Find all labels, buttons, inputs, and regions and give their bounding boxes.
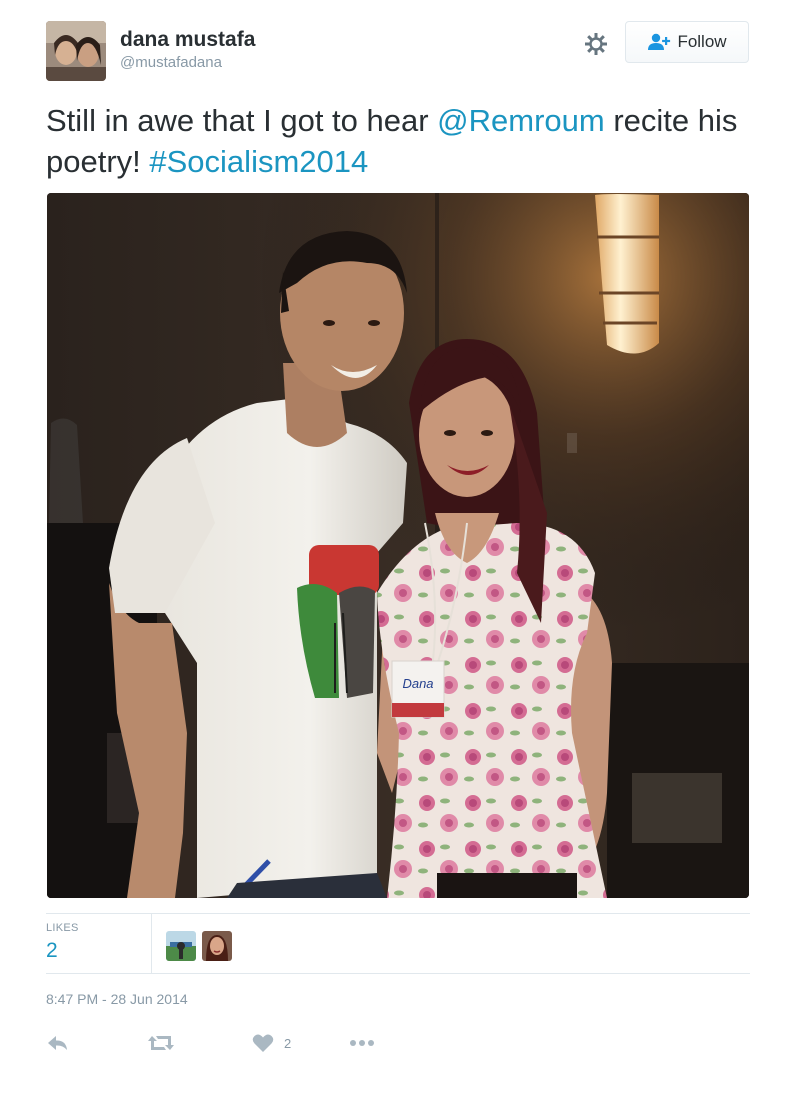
likes-count[interactable]: 2: [46, 939, 58, 963]
tweet-card: dana mustafa @mustafadana Follow Still i…: [0, 0, 800, 1095]
tweet-timestamp[interactable]: 8:47 PM - 28 Jun 2014: [46, 991, 188, 1007]
add-user-icon: [648, 33, 671, 50]
more-icon: [350, 1040, 374, 1046]
liker-avatar-image: [166, 931, 196, 961]
tweet-text-part: Still in awe that I got to hear: [46, 103, 438, 138]
mention-link[interactable]: @Remroum: [437, 103, 605, 138]
like-button[interactable]: 2: [252, 1031, 291, 1055]
hashtag-link[interactable]: #Socialism2014: [149, 144, 368, 179]
stats-bottom-divider: [46, 973, 750, 974]
likes-label: LIKES: [46, 922, 79, 934]
liker-avatar[interactable]: [166, 931, 196, 961]
reply-icon: [48, 1036, 67, 1050]
tweet-text: Still in awe that I got to hear @Remroum…: [46, 100, 756, 182]
avatar-image: [46, 21, 106, 81]
follow-button-label: Follow: [677, 32, 727, 51]
like-count: 2: [284, 1035, 292, 1051]
gear-icon[interactable]: [582, 30, 610, 58]
user-display-name[interactable]: dana mustafa: [120, 28, 255, 52]
retweet-button[interactable]: [147, 1031, 175, 1055]
heart-icon: [252, 1034, 274, 1052]
badge-name: Dana: [402, 676, 433, 691]
stats-divider: [151, 913, 152, 973]
follow-button[interactable]: Follow: [625, 21, 749, 63]
reply-button[interactable]: [46, 1031, 70, 1055]
liker-avatar[interactable]: [202, 931, 232, 961]
user-avatar[interactable]: [46, 21, 106, 81]
more-button[interactable]: [349, 1031, 375, 1055]
retweet-icon: [148, 1036, 174, 1050]
liker-avatar-image: [202, 931, 232, 961]
user-handle[interactable]: @mustafadana: [120, 54, 222, 72]
photo-image: Dana: [47, 193, 749, 898]
tweet-photo[interactable]: Dana: [47, 193, 749, 898]
